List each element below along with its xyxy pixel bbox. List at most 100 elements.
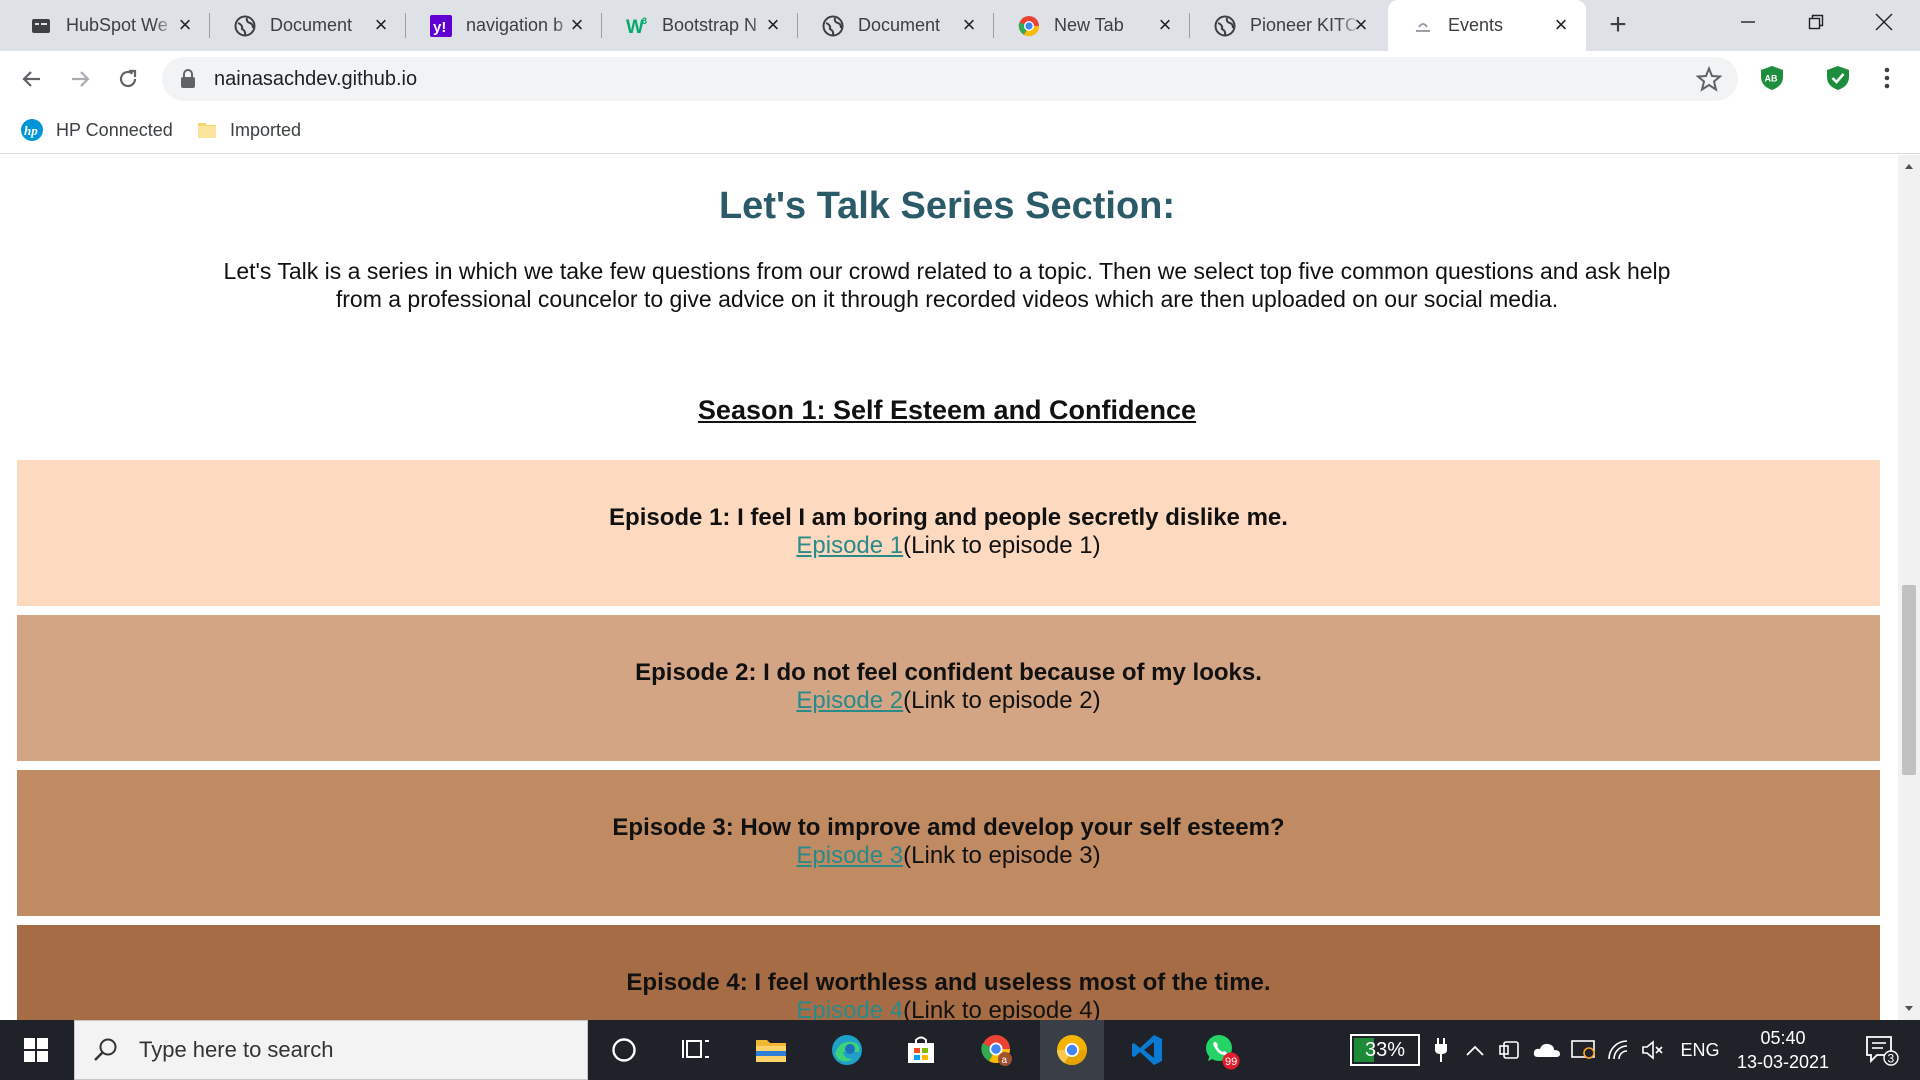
tab-close-button[interactable]: × [1350,14,1372,36]
episode-title: Episode 2: I do not feel confident becau… [635,659,1262,686]
tab-title: Bootstrap N [662,15,758,35]
show-hidden-icons-chevron-icon[interactable] [1462,1020,1488,1080]
svg-text:a: a [1002,1055,1008,1066]
start-button[interactable] [0,1020,72,1080]
chrome-icon [1018,15,1040,37]
volume-muted-icon[interactable] [1638,1020,1668,1080]
tab-document-2[interactable]: Document × [798,0,994,51]
language-indicator[interactable]: ENG [1674,1020,1726,1080]
scroll-down-arrow-icon[interactable] [1898,998,1920,1020]
episode-link-line: Episode 1(Link to episode 1) [17,532,1880,560]
edge-icon[interactable] [816,1020,878,1080]
file-explorer-icon[interactable] [740,1020,802,1080]
episode-link[interactable]: Episode 1 [796,532,903,559]
episode-card-2: Episode 2: I do not feel confident becau… [17,615,1880,761]
vscode-icon[interactable] [1116,1020,1178,1080]
search-placeholder: Type here to search [139,1037,334,1062]
clock-time: 05:40 [1760,1028,1806,1048]
tab-title: Events [1448,15,1504,35]
system-clock[interactable]: 05:40 13-03-2021 [1728,1026,1838,1074]
episode-link[interactable]: Episode 4 [796,997,903,1020]
scroll-up-arrow-icon[interactable] [1898,155,1920,177]
forward-button[interactable] [62,61,98,97]
lock-icon[interactable] [180,69,196,94]
w3schools-icon: W3 [626,15,648,37]
tab-strip: HubSpot We × Document × y! navigation b … [0,0,1920,51]
episode-title: Episode 3: How to improve amd develop yo… [612,814,1285,841]
episode-card-4: Episode 4: I feel worthless and useless … [17,925,1880,1020]
notification-center-icon[interactable]: 3 [1852,1020,1912,1080]
onedrive-cloud-icon[interactable] [1530,1020,1564,1080]
tab-bootstrap[interactable]: W3 Bootstrap N × [602,0,798,51]
chrome-canary-icon[interactable] [1040,1020,1104,1080]
folder-icon [196,119,218,141]
adblock-icon[interactable]: AB [1757,63,1787,93]
tab-new-tab[interactable]: New Tab × [994,0,1190,51]
bookmark-label: HP Connected [56,119,173,140]
store-icon[interactable] [890,1020,952,1080]
episode-link-note: (Link to episode 4) [903,997,1101,1020]
task-view-icon[interactable] [666,1020,726,1080]
episode-link-line: Episode 4(Link to episode 4) [17,997,1880,1020]
taskbar-search-box[interactable]: Type here to search [74,1020,588,1080]
tab-title: navigation b [466,15,564,35]
episode-link-line: Episode 2(Link to episode 2) [17,687,1880,715]
tab-title: Document [270,15,353,35]
tab-document-1[interactable]: Document × [210,0,406,51]
tab-title: Pioneer KITC [1250,15,1359,35]
adblock-label: AB [1765,74,1778,84]
reload-button[interactable] [110,61,146,97]
battery-indicator[interactable]: 33% [1350,1034,1420,1066]
display-icon[interactable] [1568,1020,1598,1080]
tab-events[interactable]: Events × [1388,0,1586,51]
page-scrollbar[interactable] [1898,155,1920,1020]
bookmark-imported[interactable]: Imported [196,116,301,144]
bookmark-hp-connected[interactable]: hp HP Connected [20,116,173,144]
new-tab-button[interactable]: + [1602,10,1634,42]
browser-menu-button[interactable] [1872,63,1902,93]
shield-check-icon[interactable] [1823,63,1853,93]
restore-icon [1808,14,1824,30]
chrome-icon[interactable]: a [966,1020,1028,1080]
minimize-icon [1741,21,1755,23]
whatsapp-icon[interactable]: 99 [1190,1020,1252,1080]
search-icon [94,1038,117,1061]
tab-close-button[interactable]: × [1550,14,1572,36]
tab-close-button[interactable]: × [1154,14,1176,36]
episode-card-3: Episode 3: How to improve amd develop yo… [17,770,1880,916]
tab-close-button[interactable]: × [566,14,588,36]
tab-pioneer[interactable]: Pioneer KITC × [1190,0,1386,51]
back-arrow-icon [22,71,40,87]
tab-hubspot[interactable]: HubSpot We × [6,0,210,51]
tab-close-button[interactable]: × [370,14,392,36]
page-viewport: Let's Talk Series Section: Let's Talk is… [0,155,1898,1020]
browser-toolbar: nainasachdev.github.io AB [0,51,1920,106]
episode-link[interactable]: Episode 2 [796,687,903,714]
intro-paragraph: Let's Talk is a series in which we take … [223,258,1671,312]
close-window-button[interactable] [1850,0,1918,44]
episode-link[interactable]: Episode 3 [796,842,903,869]
tab-close-button[interactable]: × [762,14,784,36]
tab-close-button[interactable]: × [958,14,980,36]
episode-card-1: Episode 1: I feel I am boring and people… [17,460,1880,606]
tab-close-button[interactable]: × [174,14,196,36]
scrollbar-thumb[interactable] [1902,585,1916,775]
back-button[interactable] [14,61,50,97]
tab-title: HubSpot We [66,15,168,35]
globe-icon [1214,15,1236,37]
episode-title: Episode 1: I feel I am boring and people… [609,504,1288,531]
wifi-icon[interactable] [1604,1020,1634,1080]
tab-title: New Tab [1054,15,1124,35]
power-plug-icon[interactable] [1426,1020,1456,1080]
minimize-button[interactable] [1714,0,1782,44]
bookmark-label: Imported [230,119,302,140]
tab-navigation[interactable]: y! navigation b × [406,0,602,51]
cortana-icon[interactable] [594,1020,654,1080]
meet-now-icon[interactable] [1494,1020,1526,1080]
address-bar[interactable]: nainasachdev.github.io [162,57,1738,101]
whatsapp-badge: 99 [1225,1056,1237,1068]
url-text[interactable]: nainasachdev.github.io [214,68,417,91]
bookmarks-bar: hp HP Connected Imported [0,106,1920,154]
restore-button[interactable] [1782,0,1850,44]
bookmark-star-icon[interactable] [1695,65,1723,97]
